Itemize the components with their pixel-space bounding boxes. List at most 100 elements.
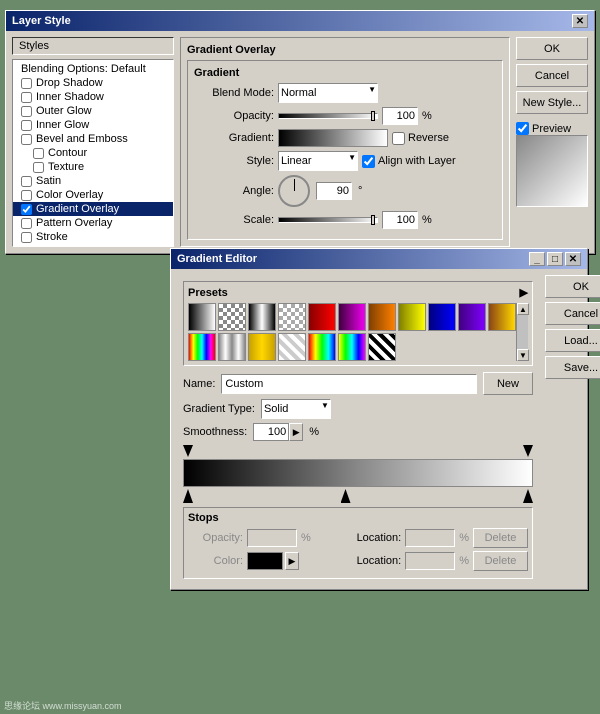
ge-maximize-button[interactable]: □ — [547, 252, 563, 266]
preset-swatch-red[interactable] — [308, 303, 336, 331]
ge-save-button[interactable]: Save... — [545, 356, 600, 379]
color-swatch[interactable] — [247, 552, 283, 570]
opacity-slider[interactable] — [278, 113, 378, 119]
align-layer-checkbox[interactable] — [362, 155, 375, 168]
gradient-overlay-checkbox[interactable] — [21, 204, 32, 215]
stop-location-input[interactable] — [405, 529, 455, 547]
preview-checkbox[interactable] — [516, 122, 529, 135]
reverse-checkbox[interactable] — [392, 132, 405, 145]
presets-row-1 — [188, 303, 516, 331]
preset-swatch-chrome[interactable] — [218, 333, 246, 361]
contour-label: Contour — [48, 147, 87, 159]
preset-swatch-blue[interactable] — [428, 303, 456, 331]
gradient-type-select[interactable]: Solid — [261, 399, 331, 419]
scale-slider[interactable] — [278, 217, 378, 223]
outer-glow-item[interactable]: Outer Glow — [13, 104, 173, 118]
color-overlay-checkbox[interactable] — [21, 190, 32, 201]
texture-checkbox[interactable] — [33, 162, 44, 173]
presets-label: Presets — [188, 287, 228, 299]
color-swatch-btn[interactable]: ▶ — [285, 552, 299, 570]
stroke-item[interactable]: Stroke — [13, 230, 173, 244]
opacity-stop-left[interactable] — [183, 445, 193, 457]
preset-swatch-yellow[interactable] — [398, 303, 426, 331]
pattern-overlay-item[interactable]: Pattern Overlay — [13, 216, 173, 230]
stops-title: Stops — [188, 512, 528, 524]
preset-swatch-violet[interactable] — [458, 303, 486, 331]
preset-swatch-magenta[interactable] — [338, 303, 366, 331]
preset-swatch-rainbow[interactable] — [188, 333, 216, 361]
smoothness-input[interactable] — [253, 423, 289, 441]
stop-opacity-input[interactable] — [247, 529, 297, 547]
opacity-delete-button[interactable]: Delete — [473, 528, 528, 548]
preset-swatch-gold[interactable] — [248, 333, 276, 361]
color-stop-right[interactable] — [523, 489, 533, 503]
ge-ok-button[interactable]: OK — [545, 275, 600, 298]
ge-load-button[interactable]: Load... — [545, 329, 600, 352]
bevel-emboss-item[interactable]: Bevel and Emboss — [13, 132, 173, 146]
color-location-pct: % — [459, 555, 469, 567]
color-delete-button[interactable]: Delete — [473, 551, 528, 571]
preset-swatch-rainbow2[interactable] — [308, 333, 336, 361]
contour-item[interactable]: Contour — [13, 146, 173, 160]
ge-minimize-button[interactable]: _ — [529, 252, 545, 266]
stop-opacity-label: Opacity: — [188, 532, 243, 544]
opacity-stop-right[interactable] — [523, 445, 533, 457]
preset-swatch-rainbow3[interactable] — [338, 333, 366, 361]
preset-swatch-diag[interactable] — [278, 333, 306, 361]
new-gradient-button[interactable]: New — [483, 372, 533, 395]
inner-shadow-checkbox[interactable] — [21, 92, 32, 103]
angle-input[interactable] — [316, 182, 352, 200]
gradient-top-stops — [183, 445, 533, 457]
close-button[interactable]: ✕ — [572, 14, 588, 28]
contour-checkbox[interactable] — [33, 148, 44, 159]
satin-checkbox[interactable] — [21, 176, 32, 187]
preset-swatch-copper[interactable] — [488, 303, 516, 331]
pattern-overlay-checkbox[interactable] — [21, 218, 32, 229]
bevel-emboss-checkbox[interactable] — [21, 134, 32, 145]
preset-swatch-checker[interactable] — [218, 303, 246, 331]
presets-header: Presets ▶ — [188, 286, 528, 299]
texture-item[interactable]: Texture — [13, 160, 173, 174]
stops-section: Stops Opacity: % Location: % Delete Colo… — [183, 507, 533, 579]
inner-glow-item[interactable]: Inner Glow — [13, 118, 173, 132]
ok-button[interactable]: OK — [516, 37, 588, 60]
styles-header[interactable]: Styles — [12, 37, 174, 55]
ge-cancel-button[interactable]: Cancel — [545, 302, 600, 325]
outer-glow-checkbox[interactable] — [21, 106, 32, 117]
blend-mode-select[interactable]: Normal — [278, 83, 378, 103]
scale-input[interactable] — [382, 211, 418, 229]
color-stop-left[interactable] — [183, 489, 193, 503]
preset-swatch-orange[interactable] — [368, 303, 396, 331]
gradient-picker[interactable] — [278, 129, 388, 147]
drop-shadow-checkbox[interactable] — [21, 78, 32, 89]
ge-close-button[interactable]: ✕ — [565, 252, 581, 266]
cancel-button[interactable]: Cancel — [516, 64, 588, 87]
scroll-down-btn[interactable]: ▼ — [517, 349, 529, 361]
preset-swatch-bw[interactable] — [188, 303, 216, 331]
stroke-checkbox[interactable] — [21, 232, 32, 243]
color-stop-center[interactable] — [341, 489, 351, 503]
smoothness-up-btn[interactable]: ▶ — [289, 423, 303, 441]
scroll-up-btn[interactable]: ▲ — [517, 303, 529, 315]
blending-options-item[interactable]: Blending Options: Default — [13, 62, 173, 76]
inner-shadow-item[interactable]: Inner Shadow — [13, 90, 173, 104]
stroke-label: Stroke — [36, 231, 68, 243]
preset-swatch-checker2[interactable] — [278, 303, 306, 331]
satin-item[interactable]: Satin — [13, 174, 173, 188]
preset-swatch-bwb[interactable] — [248, 303, 276, 331]
gradient-bar-main[interactable] — [183, 459, 533, 487]
new-style-button[interactable]: New Style... — [516, 91, 588, 114]
inner-glow-checkbox[interactable] — [21, 120, 32, 131]
gradient-overlay-label: Gradient Overlay — [36, 203, 119, 215]
gradient-overlay-item[interactable]: Gradient Overlay — [13, 202, 173, 216]
angle-dial[interactable] — [278, 175, 310, 207]
preset-swatch-diag2[interactable] — [368, 333, 396, 361]
opacity-input[interactable] — [382, 107, 418, 125]
drop-shadow-item[interactable]: Drop Shadow — [13, 76, 173, 90]
presets-arrow[interactable]: ▶ — [520, 286, 528, 299]
name-input[interactable] — [221, 374, 477, 394]
color-overlay-item[interactable]: Color Overlay — [13, 188, 173, 202]
color-location-input[interactable] — [405, 552, 455, 570]
style-select[interactable]: Linear — [278, 151, 358, 171]
scroll-track — [517, 315, 528, 349]
